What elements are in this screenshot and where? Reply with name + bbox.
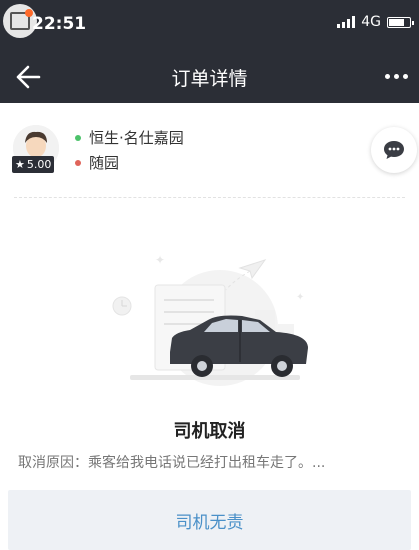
chat-button[interactable]	[371, 127, 417, 173]
start-dot-icon	[75, 134, 81, 141]
chat-bubble-icon	[384, 141, 404, 159]
network-type: 4G	[361, 14, 381, 30]
more-options-button[interactable]	[385, 66, 415, 86]
battery-icon	[387, 16, 414, 28]
cancel-status-title: 司机取消	[173, 421, 246, 442]
end-address: 随园	[75, 152, 119, 173]
status-bar: 22:51 4G	[0, 0, 419, 50]
page-title: 订单详情	[171, 68, 248, 90]
signal-icon	[337, 16, 356, 28]
cancel-reason: 取消原因：乘客给我电话说已经打出租车走了。...	[18, 455, 326, 471]
end-address-text: 随园	[89, 154, 120, 172]
car-illustration: ✦ ✦	[112, 253, 308, 386]
start-address: 恒生·名仕嘉园	[75, 127, 184, 148]
rating-badge: ★ 5.00	[12, 156, 55, 173]
driver-not-responsible-button[interactable]: 司机无责	[8, 490, 411, 550]
end-dot-icon	[75, 159, 81, 166]
star-icon: ★	[15, 158, 25, 171]
svg-text:✦: ✦	[296, 292, 304, 303]
driver-not-responsible-label: 司机无责	[175, 512, 244, 533]
clock: 22:51	[32, 14, 87, 34]
nav-bar: 订单详情	[0, 50, 419, 103]
divider	[14, 197, 405, 198]
driver-info: ★ 5.00 恒生·名仕嘉园 随园	[0, 103, 419, 198]
svg-text:✦: ✦	[155, 253, 165, 267]
status-indicators: 4G	[337, 14, 414, 30]
start-address-text: 恒生·名仕嘉园	[89, 129, 184, 147]
rating-value: 5.00	[26, 158, 52, 171]
